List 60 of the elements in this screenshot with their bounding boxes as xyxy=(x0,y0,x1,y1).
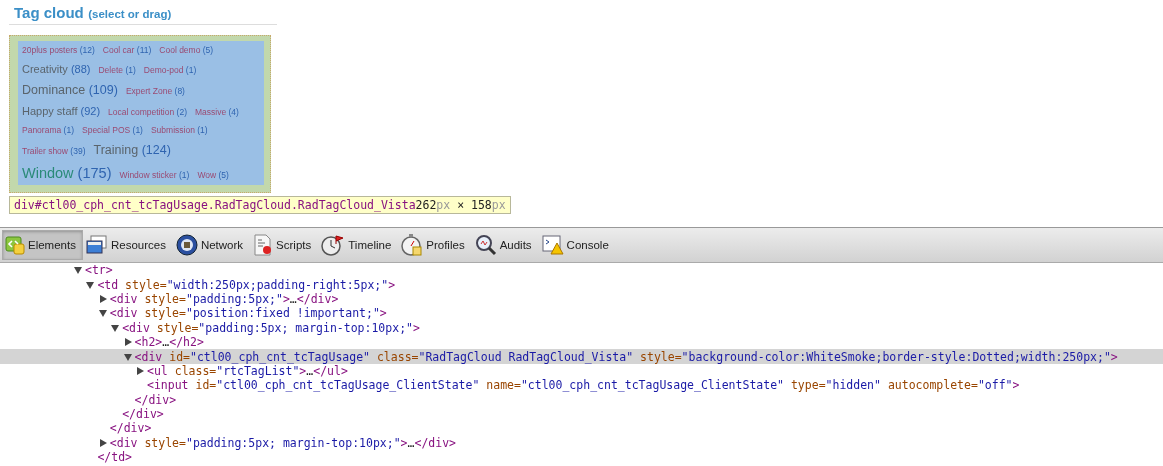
selected-row[interactable]: <div id="ctl00_cph_cnt_tcTagUsage" class="RadTagCloud RadTagCloud_Vista" style="background-color:WhiteSmoke;border-style:Dotted;width:250px;"> xyxy=(0,349,1163,364)
collapsed-triangle-icon[interactable] xyxy=(98,438,107,447)
tag-link[interactable]: 20plus posters (12) xyxy=(22,45,95,55)
tag-link[interactable]: Window sticker (1) xyxy=(119,170,190,180)
tag-link[interactable]: Trailer show (39) xyxy=(22,146,86,156)
tag-link[interactable]: Demo-pod (1) xyxy=(143,65,197,75)
script-bug-icon xyxy=(253,234,274,256)
markup-line: <tr> xyxy=(85,263,113,278)
panel-tab[interactable]: Resources xyxy=(82,230,173,260)
markup-line: <ul class="rtcTagList">…</ul> xyxy=(147,363,348,378)
markup-line: </div> xyxy=(109,421,152,436)
console-warning-icon xyxy=(541,235,564,255)
tag-link[interactable]: Submission (1) xyxy=(150,125,208,135)
markup-line: </td> xyxy=(97,450,132,465)
markup-line: <h2>…</h2> xyxy=(134,335,204,350)
expanded-triangle-icon[interactable] xyxy=(74,266,82,275)
tag-link[interactable]: Window (175) xyxy=(22,165,112,181)
expanded-triangle-icon[interactable] xyxy=(86,280,95,289)
markup-line: <div style="padding:5px; margin-top:10px;">…</div> xyxy=(109,435,457,450)
markup-line: <div style="padding:5px; margin-top:10px;"> xyxy=(122,320,420,335)
window-icon xyxy=(85,235,108,255)
markup-line: <div style="position:fixed !important;"> xyxy=(109,306,387,321)
tag-link[interactable]: Training (124) xyxy=(93,143,171,157)
collapsed-triangle-icon[interactable] xyxy=(136,366,144,375)
tag-link[interactable]: Delete (1) xyxy=(98,65,136,75)
section-heading: Tag cloud (select or drag) xyxy=(9,4,277,25)
clock-flag-icon xyxy=(321,234,346,256)
tag-link[interactable]: Dominance (109) xyxy=(22,83,118,97)
panel-tab[interactable]: Scripts xyxy=(250,230,319,260)
markup-line: <div id="ctl00_cph_cnt_tcTagUsage" class="RadTagCloud RadTagCloud_Vista" style="background-color:WhiteSmoke;border-style:Dotted;width:250px;"> xyxy=(134,349,1118,364)
tag-link[interactable]: Local competition (2) xyxy=(108,107,187,117)
tag-link[interactable]: Happy staff (92) xyxy=(22,105,101,117)
collapsed-triangle-icon[interactable] xyxy=(123,338,132,347)
magnifier-icon xyxy=(474,234,497,256)
markup-line: <td style="width:250px;padding-right:5px;"> xyxy=(97,277,396,292)
expanded-triangle-icon[interactable] xyxy=(123,352,132,361)
collapsed-triangle-icon[interactable] xyxy=(98,294,107,303)
panel-tab[interactable]: Timeline xyxy=(318,230,399,260)
tag-link[interactable]: Cool car (11) xyxy=(102,45,152,55)
panel-tab[interactable]: Console xyxy=(538,230,616,260)
expanded-triangle-icon[interactable] xyxy=(98,309,107,318)
panel-tab[interactable]: Elements xyxy=(2,230,83,260)
markup-line: <input id="ctl00_cph_cnt_tcTagUsage_ClientState" name="ctl00_cph_cnt_tcTagUsage_ClientState" type="hidden" autocomplete="off"> xyxy=(147,378,1020,393)
panel-tab[interactable]: Network xyxy=(172,230,251,260)
expanded-triangle-icon[interactable] xyxy=(111,323,120,332)
panel-tab[interactable]: Profiles xyxy=(398,230,472,260)
tag-link[interactable]: Massive (4) xyxy=(194,107,239,117)
tag-link[interactable]: Cool demo (5) xyxy=(159,45,214,55)
panel-tab[interactable]: Audits xyxy=(471,230,539,260)
tag-link[interactable]: Expert Zone (8) xyxy=(125,86,185,96)
tag-link[interactable]: Special POS (1) xyxy=(82,125,143,135)
tag-link[interactable]: Panorama (1) xyxy=(22,125,74,135)
markup-line: <div style="padding:5px;">…</div> xyxy=(109,291,339,306)
tag-link[interactable]: Creativity (88) xyxy=(22,63,91,75)
element-size-tooltip: div#ctl00_cph_cnt_tcTagUsage.RadTagCloud.RadTagCloud_Vista262px × 158px xyxy=(9,196,511,214)
code-tag-icon xyxy=(5,235,25,255)
markup-line: </div> xyxy=(122,407,164,422)
markup-line: </div> xyxy=(134,392,177,407)
tag-link[interactable]: Wow (5) xyxy=(197,170,229,180)
stopwatch-icon xyxy=(401,234,424,256)
